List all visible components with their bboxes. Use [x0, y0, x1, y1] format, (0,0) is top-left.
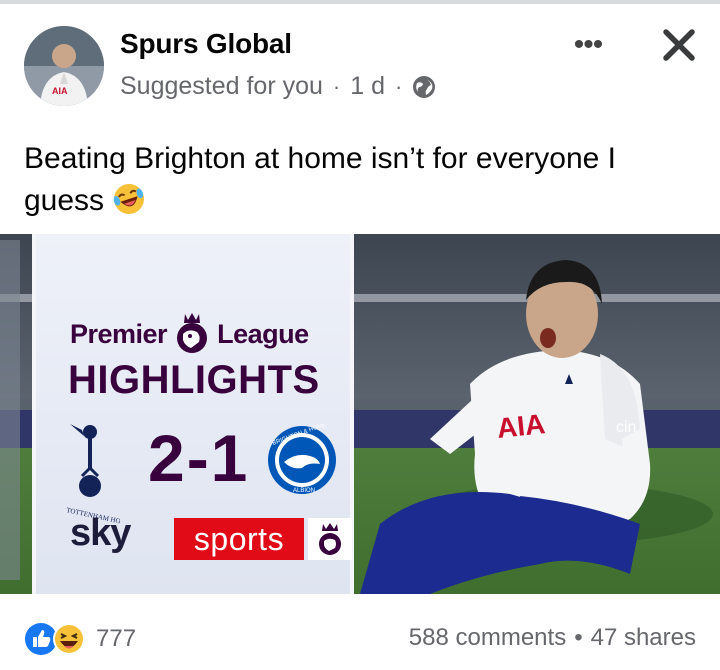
- post-caption: Beating Brighton at home isn’t for every…: [24, 138, 694, 222]
- audience-label: Suggested for you: [120, 72, 323, 100]
- brighton-crest-bottom-text: ALBION: [293, 488, 315, 494]
- haha-icon: [53, 623, 85, 655]
- spurs-crest-icon: TOTTENHAM HOTSPUR: [66, 424, 120, 526]
- meta-separator-2: ·: [395, 73, 403, 99]
- brighton-crest-icon: BRIGHTON & HOVE ALBION: [268, 424, 336, 494]
- highlights-heading: HIGHLIGHTS: [68, 358, 320, 402]
- close-icon: [663, 29, 695, 61]
- board-text: cin: [616, 419, 636, 436]
- svg-text:AIA: AIA: [52, 86, 68, 96]
- page-avatar[interactable]: AIA: [24, 26, 104, 106]
- top-divider: [0, 0, 720, 4]
- post-meta: Suggested for you · 1 d ·: [120, 72, 436, 101]
- pl-small-logo: [308, 518, 352, 560]
- reaction-count: 777: [96, 625, 137, 652]
- reactions-summary[interactable]: 777: [24, 622, 136, 656]
- avatar-photo: AIA: [24, 26, 104, 106]
- sports-logo-text: sports: [193, 520, 285, 557]
- premier-league-logo: Premier League: [70, 312, 309, 356]
- shirt-sponsor: AIA: [495, 408, 546, 444]
- meta-separator: ·: [332, 73, 341, 99]
- page-name[interactable]: Spurs Global: [120, 28, 292, 60]
- match-score: 2-1: [148, 421, 250, 495]
- more-options-button[interactable]: •••: [566, 30, 610, 60]
- comments-link[interactable]: 588 comments: [409, 624, 566, 652]
- close-button[interactable]: [656, 22, 702, 68]
- globe-icon: [413, 75, 436, 98]
- laughing-emoji-icon: [114, 184, 145, 214]
- shares-link[interactable]: 47 shares: [591, 624, 696, 652]
- stats-separator: •: [574, 624, 583, 651]
- sky-logo-text: sky: [70, 512, 131, 554]
- more-icon: •••: [573, 28, 603, 61]
- post-media[interactable]: AIA cin Premier League HIGHLIGHTS TOTTEN…: [0, 234, 720, 594]
- engagement-stats: 588 comments • 47 shares: [409, 624, 696, 652]
- pl-word-2: League: [217, 318, 309, 349]
- sky-sports-badge: sports: [174, 518, 304, 560]
- post-time[interactable]: 1 d: [350, 72, 385, 101]
- highlights-panel: Premier League HIGHLIGHTS TOTTENHAM HOTS…: [32, 234, 354, 594]
- pl-lion-icon: [177, 313, 208, 353]
- pl-word-1: Premier: [70, 318, 168, 349]
- pl-lion-small-icon: [319, 523, 341, 555]
